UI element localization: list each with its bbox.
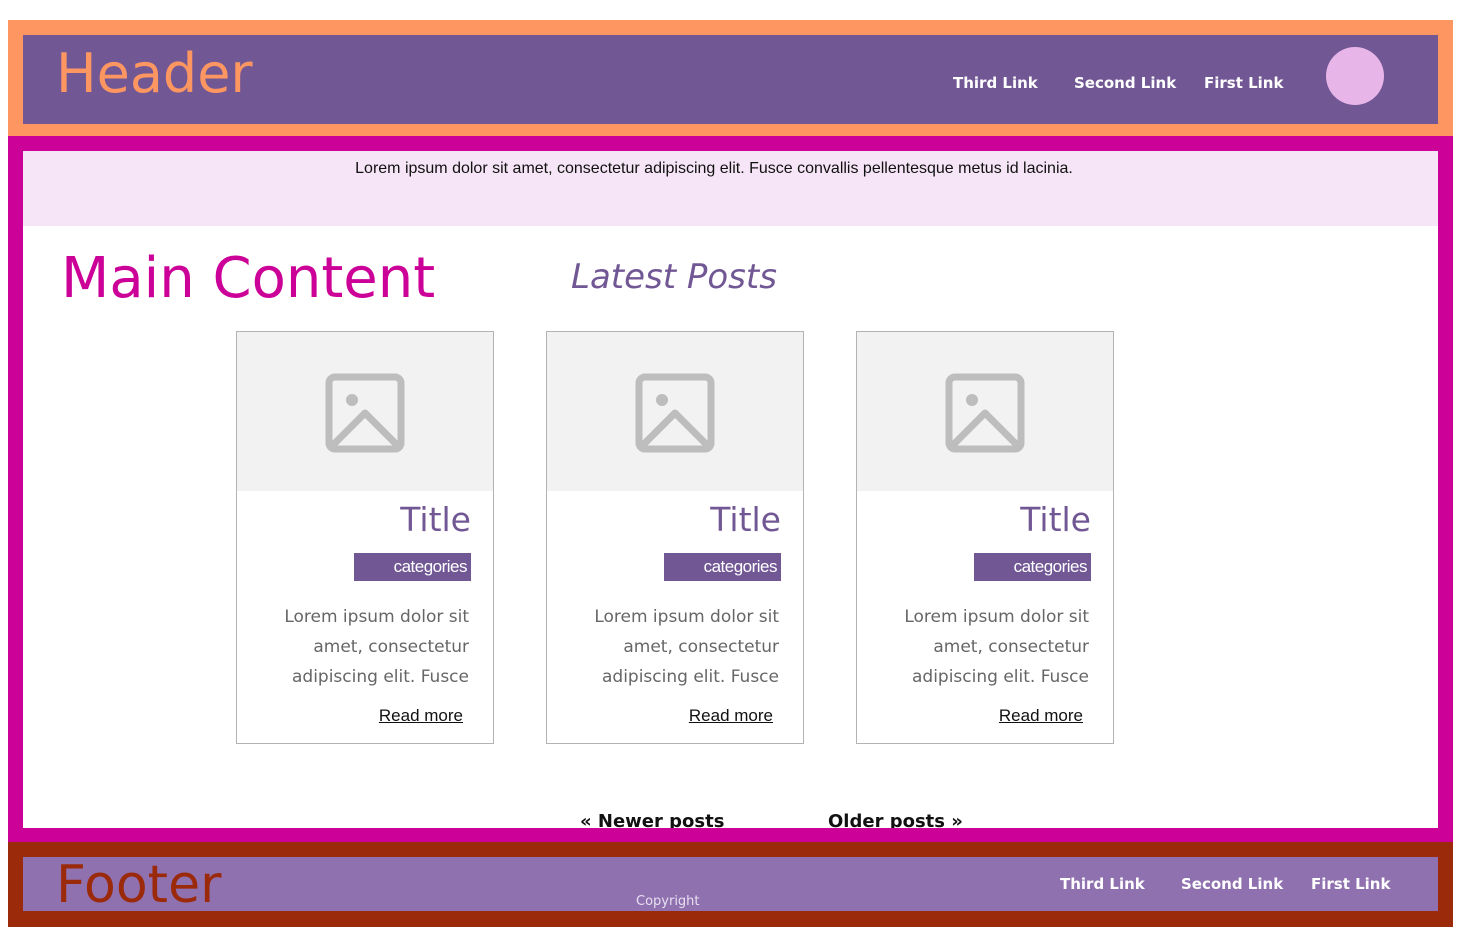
post-image[interactable]: [547, 332, 803, 491]
read-more-link[interactable]: Read more: [999, 706, 1083, 726]
post-image[interactable]: [857, 332, 1113, 491]
post-title[interactable]: Title: [400, 500, 471, 540]
footer-title: Footer: [56, 857, 222, 911]
read-more-link[interactable]: Read more: [689, 706, 773, 726]
newer-posts-link[interactable]: « Newer posts: [580, 811, 724, 828]
footer-bar: Footer Copyright Third Link Second Link …: [23, 857, 1438, 911]
post-card: Title categories Lorem ipsum dolor sit a…: [856, 331, 1114, 744]
post-card: Title categories Lorem ipsum dolor sit a…: [236, 331, 494, 744]
category-badge[interactable]: categories: [664, 553, 781, 581]
page-title: Main Content: [61, 246, 436, 311]
header-nav-second-link[interactable]: Second Link: [1074, 74, 1176, 92]
category-badge[interactable]: categories: [974, 553, 1091, 581]
intro-text: Lorem ipsum dolor sit amet, consectetur …: [355, 160, 1073, 177]
post-title[interactable]: Title: [1020, 500, 1091, 540]
footer-nav-first-link[interactable]: First Link: [1311, 875, 1390, 893]
read-more-link[interactable]: Read more: [379, 706, 463, 726]
header-nav-third-link[interactable]: Third Link: [953, 74, 1038, 92]
header-bar: Header Third Link Second Link First Link: [23, 35, 1438, 124]
section-title: Latest Posts: [571, 257, 777, 297]
post-card: Title categories Lorem ipsum dolor sit a…: [546, 331, 804, 744]
category-badge[interactable]: categories: [354, 553, 471, 581]
older-posts-link[interactable]: Older posts »: [828, 811, 963, 828]
footer: Footer Copyright Third Link Second Link …: [8, 842, 1453, 927]
main-content-area: Lorem ipsum dolor sit amet, consectetur …: [8, 136, 1453, 842]
header-nav-first-link[interactable]: First Link: [1204, 74, 1283, 92]
post-excerpt: Lorem ipsum dolor sit amet, consectetur …: [594, 607, 779, 687]
header: Header Third Link Second Link First Link: [8, 20, 1453, 136]
footer-nav-second-link[interactable]: Second Link: [1181, 875, 1283, 893]
copyright-text: Copyright: [636, 894, 700, 909]
image-placeholder-icon: [635, 373, 715, 453]
avatar[interactable]: [1326, 47, 1384, 105]
footer-nav-third-link[interactable]: Third Link: [1060, 875, 1145, 893]
intro-banner: Lorem ipsum dolor sit amet, consectetur …: [23, 151, 1438, 226]
post-excerpt: Lorem ipsum dolor sit amet, consectetur …: [284, 607, 469, 687]
image-placeholder-icon: [325, 373, 405, 453]
post-title[interactable]: Title: [710, 500, 781, 540]
main-content-panel: Lorem ipsum dolor sit amet, consectetur …: [23, 151, 1438, 828]
post-image[interactable]: [237, 332, 493, 491]
image-placeholder-icon: [945, 373, 1025, 453]
header-title: Header: [56, 42, 253, 105]
post-excerpt: Lorem ipsum dolor sit amet, consectetur …: [904, 607, 1089, 687]
